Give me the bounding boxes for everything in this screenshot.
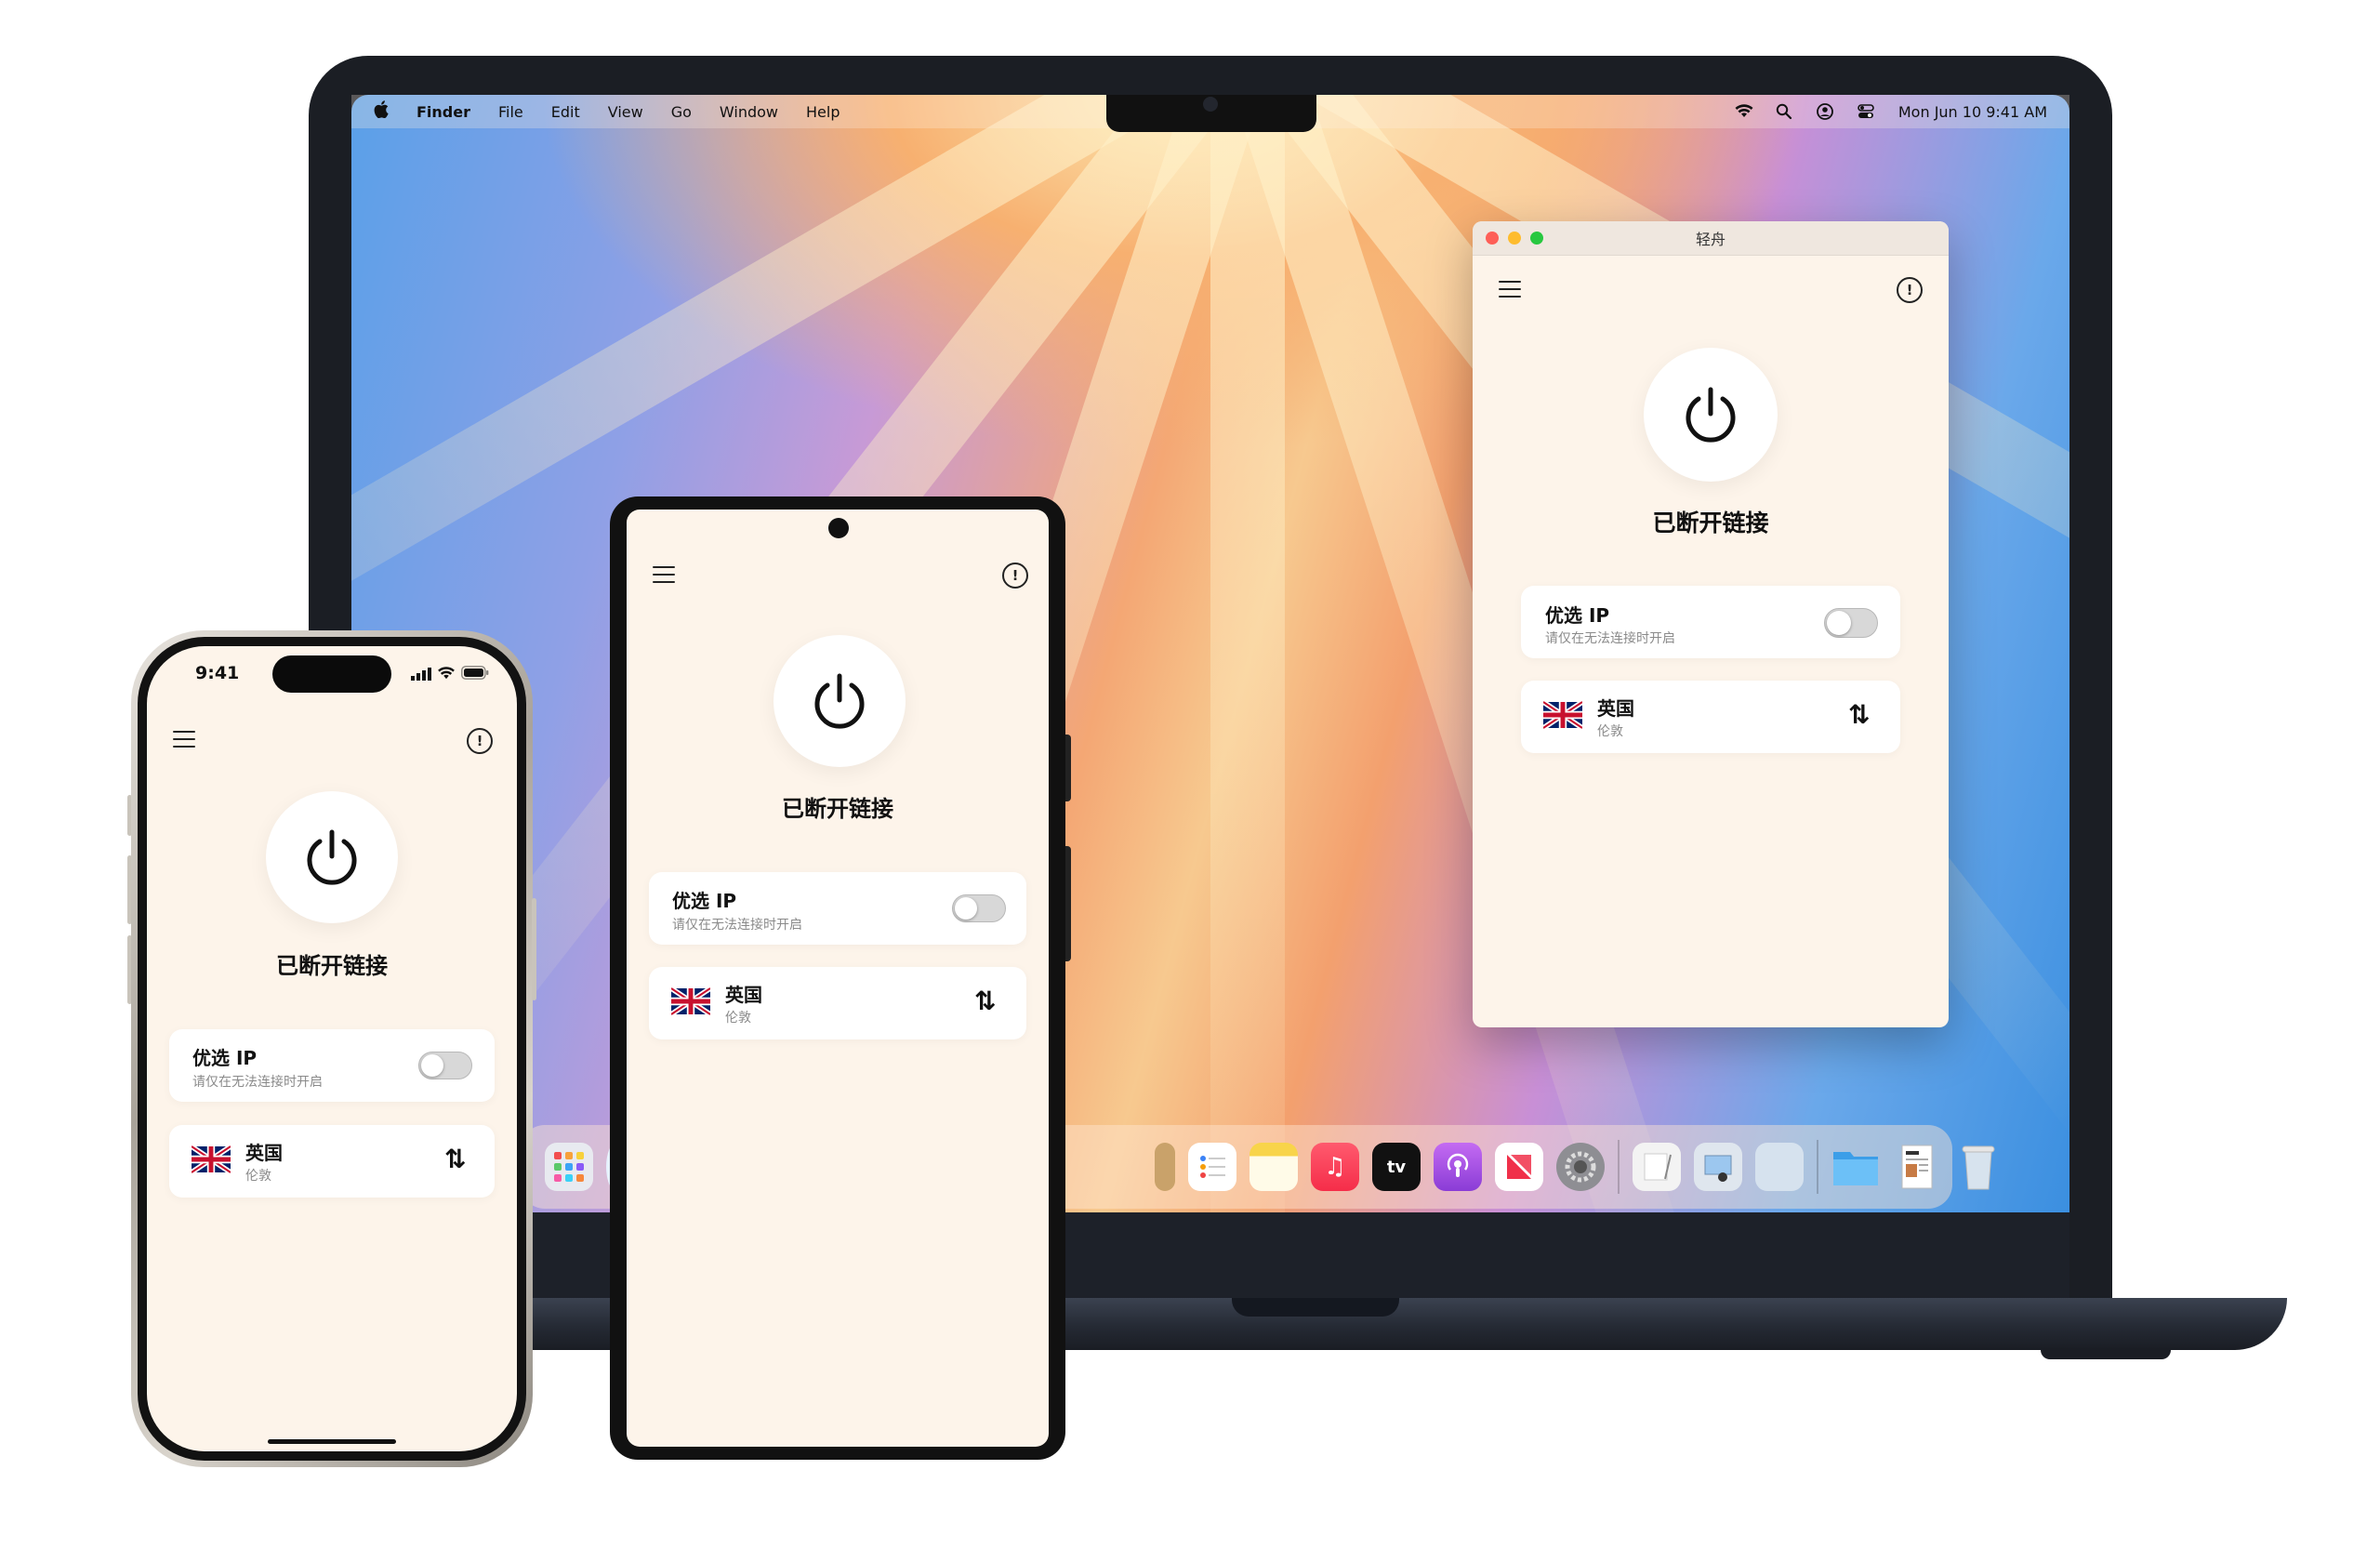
hamburger-menu-icon[interactable] <box>173 731 195 748</box>
mac-app-window: 轻舟 ! 已断开链接 优选 IP 请仅在无法连接时开启 英国 伦敦 ⇅ <box>1473 221 1949 1027</box>
preferred-ip-subtitle: 请仅在无法连接时开启 <box>192 1075 323 1090</box>
cellular-signal-icon <box>411 667 431 684</box>
preferred-ip-toggle[interactable] <box>418 1052 472 1079</box>
menu-go[interactable]: Go <box>671 103 692 121</box>
menu-finder[interactable]: Finder <box>416 103 470 121</box>
iphone-screen: ! 已断开链接 优选 IP 请仅在无法连接时开启 英国 伦敦 ⇅ <box>147 646 517 1451</box>
hamburger-menu-icon[interactable] <box>653 566 675 583</box>
iphone-side-button <box>532 898 536 1000</box>
location-city: 伦敦 <box>245 1169 271 1184</box>
preferred-ip-title: 优选 IP <box>672 890 737 912</box>
preferred-ip-subtitle: 请仅在无法连接时开启 <box>1545 631 1675 646</box>
wifi-icon[interactable] <box>1735 103 1753 120</box>
control-center-icon[interactable] <box>1858 103 1874 120</box>
android-screen: ! 已断开链接 优选 IP 请仅在无法连接时开启 英国 伦敦 ⇅ <box>627 510 1049 1447</box>
menu-help[interactable]: Help <box>806 103 840 121</box>
dock-separator <box>1618 1140 1620 1194</box>
menu-view[interactable]: View <box>608 103 643 121</box>
system-settings-icon[interactable] <box>1556 1143 1605 1191</box>
macbook-foot <box>2041 1348 2171 1359</box>
music-icon[interactable]: ♫ <box>1311 1143 1359 1191</box>
location-card[interactable]: 英国 伦敦 ⇅ <box>169 1125 495 1198</box>
info-icon[interactable]: ! <box>1002 563 1028 589</box>
android-power-button <box>1065 735 1071 801</box>
menu-edit[interactable]: Edit <box>551 103 580 121</box>
menu-window[interactable]: Window <box>720 103 778 121</box>
power-icon <box>1686 387 1736 443</box>
location-city: 伦敦 <box>725 1011 751 1026</box>
launchpad-icon[interactable] <box>545 1143 593 1191</box>
location-country: 英国 <box>725 984 762 1006</box>
location-country: 英国 <box>1597 697 1634 720</box>
info-icon[interactable]: ! <box>1897 277 1923 303</box>
preferred-ip-card: 优选 IP 请仅在无法连接时开启 <box>169 1029 495 1102</box>
android-volume-button <box>1065 846 1071 961</box>
preferred-ip-title: 优选 IP <box>1545 604 1610 627</box>
swap-location-icon[interactable]: ⇅ <box>974 986 996 1016</box>
notes-icon[interactable] <box>1250 1143 1298 1191</box>
window-title: 轻舟 <box>1695 231 1726 248</box>
preferred-ip-card: 优选 IP 请仅在无法连接时开启 <box>649 872 1026 945</box>
preferred-ip-toggle[interactable] <box>952 894 1006 922</box>
uk-flag-icon <box>192 1145 231 1173</box>
connect-power-button[interactable] <box>266 791 398 923</box>
window-titlebar[interactable]: 轻舟 <box>1473 221 1949 256</box>
podcasts-icon[interactable] <box>1434 1143 1482 1191</box>
macbook-base-notch <box>1232 1298 1399 1317</box>
hamburger-menu-icon[interactable] <box>1499 281 1521 298</box>
ios-status-time: 9:41 <box>195 663 240 683</box>
reminders-icon[interactable] <box>1188 1143 1236 1191</box>
location-card[interactable]: 英国 伦敦 ⇅ <box>649 967 1026 1039</box>
search-icon[interactable] <box>1776 103 1792 120</box>
connect-power-button[interactable] <box>1644 348 1778 482</box>
location-city: 伦敦 <box>1597 724 1623 739</box>
menu-file[interactable]: File <box>498 103 523 121</box>
swap-location-icon[interactable]: ⇅ <box>1848 699 1870 730</box>
blank-app-icon[interactable] <box>1755 1143 1804 1191</box>
uk-flag-icon <box>671 987 710 1015</box>
trash-icon[interactable] <box>1954 1143 2003 1191</box>
connection-status: 已断开链接 <box>276 953 388 979</box>
mac-camera <box>1203 97 1218 112</box>
photos-icon[interactable] <box>1155 1143 1175 1191</box>
swap-location-icon[interactable]: ⇅ <box>444 1144 466 1174</box>
document-icon[interactable] <box>1893 1143 1941 1191</box>
connection-status: 已断开链接 <box>1652 510 1769 536</box>
folder-icon[interactable] <box>1831 1143 1880 1191</box>
preferred-ip-toggle[interactable] <box>1824 608 1878 638</box>
textedit-icon[interactable] <box>1633 1143 1681 1191</box>
preview-icon[interactable] <box>1694 1143 1742 1191</box>
info-icon[interactable]: ! <box>467 728 493 754</box>
preferred-ip-subtitle: 请仅在无法连接时开启 <box>672 918 802 933</box>
home-indicator <box>268 1439 396 1444</box>
power-icon <box>307 829 357 885</box>
apple-menu-icon[interactable] <box>374 100 389 123</box>
user-icon[interactable] <box>1816 103 1833 120</box>
news-icon[interactable] <box>1495 1143 1543 1191</box>
connect-power-button[interactable] <box>774 635 906 767</box>
menubar-clock[interactable]: Mon Jun 10 9:41 AM <box>1898 103 2047 121</box>
preferred-ip-card: 优选 IP 请仅在无法连接时开启 <box>1521 586 1900 658</box>
wifi-icon <box>437 666 456 683</box>
location-country: 英国 <box>245 1142 283 1164</box>
battery-icon <box>461 666 489 683</box>
dock-separator <box>1817 1140 1818 1194</box>
location-card[interactable]: 英国 伦敦 ⇅ <box>1521 681 1900 753</box>
power-icon <box>814 673 865 729</box>
android-camera <box>828 518 849 538</box>
uk-flag-icon <box>1543 701 1582 729</box>
dynamic-island <box>272 655 391 693</box>
apple-tv-icon[interactable]: tv <box>1372 1143 1421 1191</box>
preferred-ip-title: 优选 IP <box>192 1047 258 1069</box>
connection-status: 已断开链接 <box>782 796 893 822</box>
